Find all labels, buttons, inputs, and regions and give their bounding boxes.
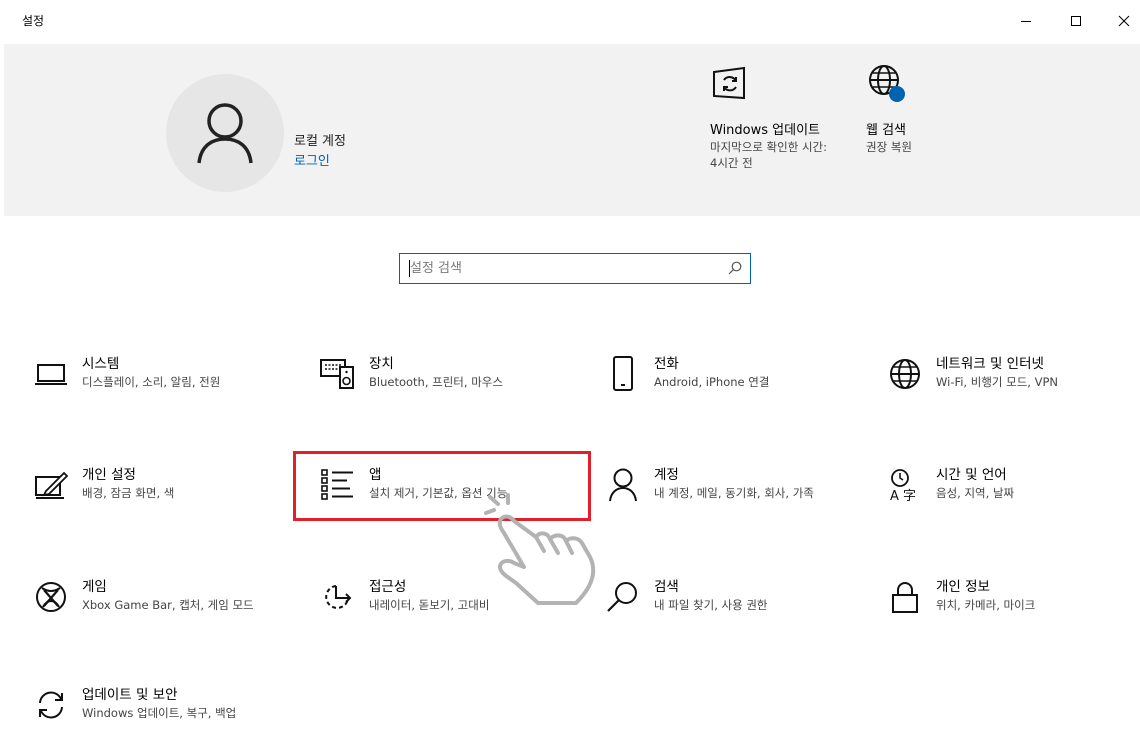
close-button[interactable] <box>1111 8 1137 34</box>
globe-icon <box>869 65 905 102</box>
title-bar: 설정 <box>0 0 1140 44</box>
sync-icon <box>39 691 63 719</box>
tile-desc: 디스플레이, 소리, 알림, 전원 <box>82 375 221 389</box>
tile-desc: Android, iPhone 연결 <box>654 375 770 389</box>
tile-title: 검색 <box>654 579 679 595</box>
tile-desc: 내 계정, 메일, 동기화, 회사, 가족 <box>654 486 814 500</box>
tile-desc: 위치, 카메라, 마이크 <box>936 598 1036 612</box>
tile-desc: 음성, 지역, 날짜 <box>936 486 1015 500</box>
login-link[interactable]: 로그인 <box>294 152 346 172</box>
maximize-icon <box>1071 16 1081 26</box>
tile-title: 시간 및 언어 <box>936 467 1007 483</box>
tile-title: 업데이트 및 보안 <box>82 687 178 703</box>
window-title: 설정 <box>22 14 45 28</box>
tile-network[interactable]: 네트워크 및 인터넷 Wi-Fi, 비행기 모드, VPN <box>886 355 1126 425</box>
tile-accessibility[interactable]: 접근성 내레이터, 돋보기, 고대비 <box>319 578 559 648</box>
header-web-search[interactable]: 웹 검색 권장 복원 <box>866 64 976 155</box>
tile-accounts[interactable]: 계정 내 계정, 메일, 동기화, 회사, 가족 <box>604 466 844 536</box>
tile-title: 앱 <box>369 467 382 483</box>
search-input[interactable] <box>410 259 710 277</box>
tile-title: 전화 <box>654 356 679 372</box>
globe-icon <box>890 359 920 389</box>
time-language-icon: A 字 <box>890 469 916 502</box>
tile-privacy[interactable]: 개인 정보 위치, 카메라, 마이크 <box>886 578 1126 648</box>
tile-title: 계정 <box>654 467 679 483</box>
windows-update-icon <box>713 66 745 100</box>
devices-icon <box>320 359 354 389</box>
xbox-icon <box>36 582 66 612</box>
accessibility-icon <box>325 585 352 609</box>
apps-list-icon <box>321 469 353 500</box>
settings-search-box[interactable] <box>399 253 751 284</box>
tile-title: 네트워크 및 인터넷 <box>936 356 1044 372</box>
windows-update-title: Windows 업데이트 <box>710 123 821 138</box>
text-cursor <box>409 260 410 277</box>
tile-title: 장치 <box>369 356 394 372</box>
tile-title: 접근성 <box>369 579 407 595</box>
tile-phone[interactable]: 전화 Android, iPhone 연결 <box>604 355 844 425</box>
avatar[interactable] <box>166 74 284 192</box>
account-name: 로컬 계정 <box>294 134 346 149</box>
svg-text:字: 字 <box>903 489 916 502</box>
tile-time-language[interactable]: A 字 시간 및 언어 음성, 지역, 날짜 <box>886 466 1126 536</box>
tile-title: 시스템 <box>82 356 120 372</box>
tile-desc: 내 파일 찾기, 사용 권한 <box>654 598 768 612</box>
close-icon <box>1118 15 1130 27</box>
tile-desc: 배경, 잠금 화면, 색 <box>82 486 175 500</box>
web-search-subtitle: 권장 복원 <box>866 140 912 154</box>
tile-devices[interactable]: 장치 Bluetooth, 프린터, 마우스 <box>319 355 559 425</box>
tile-desc: 설치 제거, 기본값, 옵션 기능 <box>369 486 508 500</box>
svg-text:A: A <box>890 489 899 502</box>
maximize-button[interactable] <box>1063 8 1089 34</box>
lock-icon <box>892 582 918 613</box>
tile-desc: Bluetooth, 프린터, 마우스 <box>369 375 503 389</box>
account-header: 로컬 계정 로그인 Windows 업데이트 마지막으로 확인한 시간: 4시간… <box>4 44 1140 216</box>
windows-update-subtitle: 마지막으로 확인한 시간: 4시간 전 <box>710 140 827 170</box>
header-windows-update[interactable]: Windows 업데이트 마지막으로 확인한 시간: 4시간 전 <box>710 64 830 171</box>
phone-icon <box>613 356 633 391</box>
tile-personalization[interactable]: 개인 설정 배경, 잠금 화면, 색 <box>32 466 272 536</box>
tile-desc: Windows 업데이트, 복구, 백업 <box>82 706 237 720</box>
user-icon <box>609 468 637 502</box>
tile-desc: Xbox Game Bar, 캡처, 게임 모드 <box>82 598 254 612</box>
tile-desc: 내레이터, 돋보기, 고대비 <box>369 598 490 612</box>
minimize-icon <box>1021 21 1031 22</box>
tile-title: 개인 설정 <box>82 467 136 483</box>
tile-gaming[interactable]: 게임 Xbox Game Bar, 캡처, 게임 모드 <box>32 578 272 648</box>
tile-update-security[interactable]: 업데이트 및 보안 Windows 업데이트, 복구, 백업 <box>32 686 272 756</box>
tile-title: 게임 <box>82 579 107 595</box>
web-search-title: 웹 검색 <box>866 123 907 138</box>
search-icon <box>607 582 637 612</box>
minimize-button[interactable] <box>1013 8 1039 34</box>
tile-title: 개인 정보 <box>936 579 990 595</box>
account-info: 로컬 계정 로그인 <box>294 132 346 172</box>
search-icon <box>728 261 742 275</box>
tile-desc: Wi-Fi, 비행기 모드, VPN <box>936 375 1059 389</box>
tile-apps[interactable]: 앱 설치 제거, 기본값, 옵션 기능 <box>319 466 559 536</box>
user-icon <box>197 103 253 164</box>
tile-search[interactable]: 검색 내 파일 찾기, 사용 권한 <box>604 578 844 648</box>
laptop-icon <box>35 364 67 385</box>
personalization-icon <box>35 471 68 499</box>
tile-system[interactable]: 시스템 디스플레이, 소리, 알림, 전원 <box>32 355 272 425</box>
